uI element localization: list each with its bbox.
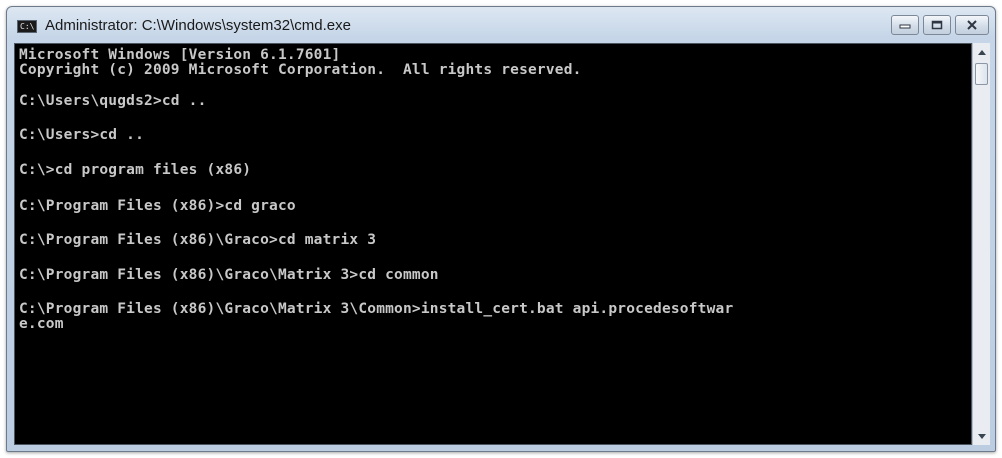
scroll-up-button[interactable] [973, 43, 990, 61]
close-button[interactable] [955, 15, 989, 35]
console-line: C:\Program Files (x86)>cd graco [19, 198, 296, 214]
close-icon [967, 20, 977, 30]
console-line: C:\Program Files (x86)\Graco>cd matrix 3 [19, 232, 377, 248]
console-line: C:\Users>cd .. [19, 127, 145, 143]
scroll-up-arrow-icon [977, 49, 986, 55]
console-line: Microsoft Windows [Version 6.1.7601] [19, 47, 341, 63]
maximize-icon [931, 20, 943, 30]
title-bar[interactable]: C:\ Administrator: C:\Windows\system32\c… [7, 7, 995, 43]
maximize-button[interactable] [923, 15, 951, 35]
minimize-button[interactable] [891, 15, 919, 35]
console-line: C:\>cd program files (x86) [19, 162, 252, 178]
console-line: Copyright (c) 2009 Microsoft Corporation… [19, 62, 582, 78]
cmd-window: C:\ Administrator: C:\Windows\system32\c… [6, 6, 996, 452]
console-line: e.com [19, 316, 64, 332]
vertical-scrollbar[interactable] [972, 43, 990, 445]
scroll-down-arrow-icon [977, 433, 986, 439]
scroll-down-button[interactable] [973, 427, 990, 445]
console-line: C:\Users\qugds2>cd .. [19, 93, 207, 109]
caption-buttons [891, 15, 989, 37]
window-title: Administrator: C:\Windows\system32\cmd.e… [45, 17, 351, 34]
scroll-thumb[interactable] [975, 63, 988, 85]
console-line: C:\Program Files (x86)\Graco\Matrix 3\Co… [19, 301, 734, 317]
cmd-icon[interactable]: C:\ [17, 20, 37, 33]
console-line: C:\Program Files (x86)\Graco\Matrix 3>cd… [19, 267, 439, 283]
minimize-icon [899, 24, 911, 29]
console-output[interactable]: Microsoft Windows [Version 6.1.7601] Cop… [14, 43, 972, 445]
